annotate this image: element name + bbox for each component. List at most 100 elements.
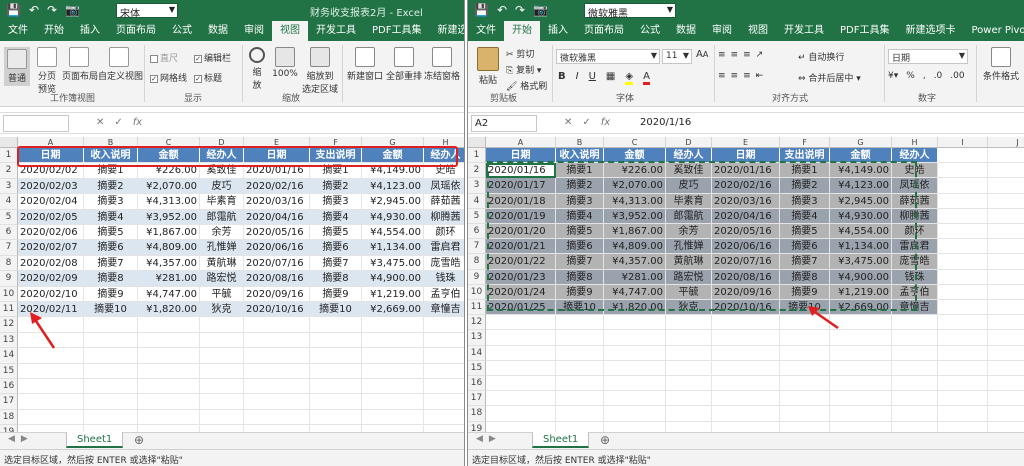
cell[interactable] — [138, 332, 200, 349]
cell[interactable]: ¥2,070.00 — [138, 178, 200, 195]
row-header[interactable]: 4 — [0, 194, 18, 210]
cell[interactable]: 2020/09/16 — [712, 284, 780, 300]
page-break-preview-button[interactable]: 分页 预览 — [34, 47, 60, 95]
cell[interactable] — [138, 348, 200, 364]
cell[interactable] — [84, 332, 138, 349]
row-header[interactable]: 5 — [0, 209, 18, 225]
spreadsheet-grid[interactable]: A B C D E F G H I J 1 日期 收入说明 金额 经办人 日期 支出说明 金额 经办人 2 2020/0… — [468, 137, 1024, 432]
cell[interactable] — [666, 315, 712, 331]
cell[interactable] — [84, 348, 138, 364]
cell[interactable] — [138, 394, 200, 410]
row-header[interactable]: 7 — [468, 239, 486, 255]
cell[interactable] — [84, 317, 138, 333]
cell[interactable]: 摘要3 — [84, 194, 138, 210]
cell[interactable] — [938, 163, 988, 179]
cell[interactable]: 2020/10/16 — [244, 302, 310, 318]
cell[interactable]: 奚致佳 — [666, 163, 712, 179]
cell[interactable]: 2020/03/16 — [244, 194, 310, 210]
cell[interactable]: 摘要3 — [310, 194, 362, 210]
cell[interactable] — [556, 360, 604, 376]
align-middle-icon[interactable]: ≡ — [731, 50, 739, 60]
tab-view[interactable]: 视图 — [740, 21, 776, 41]
cell[interactable] — [310, 379, 362, 395]
row-header[interactable]: 2 — [0, 163, 18, 179]
cell[interactable] — [310, 317, 362, 333]
cell[interactable] — [556, 391, 604, 407]
cell[interactable] — [556, 421, 604, 432]
cell[interactable]: 钱珠 — [424, 271, 464, 287]
row-header[interactable]: 6 — [0, 225, 18, 241]
cell[interactable] — [244, 425, 310, 432]
cell[interactable] — [988, 315, 1024, 331]
cell[interactable]: 2020/07/16 — [244, 255, 310, 272]
cell[interactable]: 摘要1 — [84, 163, 138, 179]
conditional-format-button[interactable]: 条件格式 — [980, 47, 1022, 82]
cell[interactable] — [244, 363, 310, 379]
cell[interactable] — [712, 345, 780, 361]
row-header[interactable]: 14 — [0, 348, 18, 364]
new-window-button[interactable]: 新建窗口 — [346, 47, 384, 82]
cell[interactable]: ¥226.00 — [138, 163, 200, 179]
cell[interactable]: ¥4,149.00 — [362, 163, 424, 179]
cell[interactable]: 摘要2 — [84, 178, 138, 195]
cell[interactable]: 摘要5 — [310, 225, 362, 241]
cell[interactable]: 雷启君 — [892, 239, 938, 255]
cell[interactable] — [556, 330, 604, 346]
cell[interactable] — [780, 391, 830, 407]
cell[interactable]: 支出说明 — [780, 148, 830, 164]
undo-icon[interactable]: ↶ — [29, 3, 39, 17]
cell[interactable]: 孔惟婵 — [666, 239, 712, 255]
cell[interactable]: 金额 — [604, 148, 666, 164]
decrease-decimal-icon[interactable]: .00 — [950, 71, 964, 81]
add-sheet-icon[interactable]: ⊕ — [600, 433, 610, 447]
cell[interactable]: 金额 — [362, 148, 424, 164]
cell[interactable] — [200, 332, 244, 349]
cell[interactable] — [84, 363, 138, 379]
cell[interactable]: ¥3,952.00 — [138, 209, 200, 225]
row-header[interactable]: 13 — [468, 330, 486, 346]
cell[interactable] — [200, 379, 244, 395]
column-header[interactable]: G — [362, 137, 424, 148]
cell[interactable]: 摘要5 — [556, 224, 604, 240]
cell[interactable] — [138, 409, 200, 426]
tab-home[interactable]: 开始 — [36, 21, 72, 41]
cell[interactable] — [892, 376, 938, 392]
column-header[interactable]: A — [486, 137, 556, 148]
cell[interactable]: ¥2,070.00 — [604, 178, 666, 194]
cell[interactable]: 2020/02/04 — [18, 194, 84, 210]
cell[interactable]: 摘要1 — [310, 163, 362, 179]
cell[interactable]: 摘要8 — [780, 269, 830, 285]
row-header[interactable]: 9 — [0, 271, 18, 287]
row-header[interactable]: 15 — [468, 360, 486, 376]
cell[interactable]: 2020/04/16 — [712, 208, 780, 224]
cell[interactable] — [310, 363, 362, 379]
cell[interactable] — [424, 317, 464, 333]
column-header[interactable]: J — [988, 137, 1024, 148]
cell[interactable] — [988, 239, 1024, 255]
cell[interactable]: ¥1,867.00 — [604, 224, 666, 240]
tab-formulas[interactable]: 公式 — [164, 21, 200, 41]
cell[interactable] — [712, 391, 780, 407]
column-header[interactable]: F — [310, 137, 362, 148]
cell[interactable]: 摘要1 — [556, 163, 604, 179]
cell[interactable] — [938, 376, 988, 392]
cell[interactable] — [666, 406, 712, 422]
row-header[interactable]: 16 — [468, 376, 486, 392]
cell[interactable]: 2020/02/03 — [18, 178, 84, 195]
cell[interactable]: ¥4,123.00 — [830, 178, 892, 194]
formula-bar-checkbox[interactable]: ✓ 编辑栏 — [194, 51, 231, 64]
insert-function-icon[interactable]: fx — [601, 117, 610, 128]
cell[interactable] — [892, 315, 938, 331]
cell[interactable]: ¥4,747.00 — [138, 286, 200, 302]
tab-new[interactable]: 新建选项卡 — [429, 21, 464, 41]
copy-button[interactable]: ⎘ 复制 ▾ — [506, 63, 541, 76]
underline-icon[interactable]: U — [589, 71, 596, 85]
cell[interactable]: 路宏悦 — [666, 269, 712, 285]
cell[interactable]: ¥1,867.00 — [138, 225, 200, 241]
zoom-100-button[interactable]: 100% — [272, 47, 298, 79]
cell[interactable]: 日期 — [244, 148, 310, 164]
cell[interactable] — [830, 421, 892, 432]
cell[interactable]: ¥4,900.00 — [830, 269, 892, 285]
font-grow-shrink[interactable]: AA — [696, 49, 708, 60]
cell[interactable] — [938, 148, 988, 164]
